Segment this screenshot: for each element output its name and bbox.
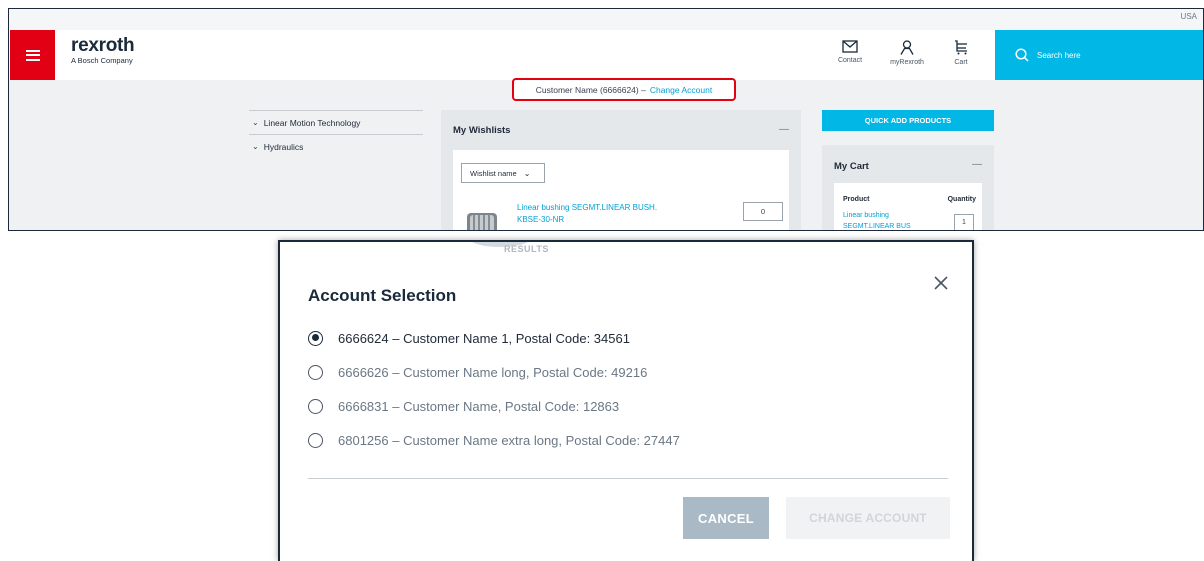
nav-item-label: Hydraulics <box>263 141 304 152</box>
chevron-down-icon: ⌄ <box>523 168 531 178</box>
wishlist-content: Wishlist name ⌄ Linear bushing SEGMT.LIN… <box>453 150 789 230</box>
modal-title: Account Selection <box>308 286 457 305</box>
account-selection-modal: RESULTS Account Selection 6666624 – Cust… <box>278 240 974 561</box>
account-option[interactable]: 6666626 – Customer Name long, Postal Cod… <box>308 362 680 382</box>
utility-bar: USA <box>9 9 1203 30</box>
wishlists-panel: My Wishlists — Wishlist name ⌄ Linear bu… <box>441 110 801 230</box>
rexroth-logo[interactable]: rexroth A Bosch Company <box>71 35 135 66</box>
logo-wordmark: rexroth <box>71 35 135 56</box>
logo-tagline: A Bosch Company <box>71 56 133 65</box>
nav-item-linear-motion[interactable]: ⌄ Linear Motion Technology <box>249 110 423 134</box>
cart-label: Cart <box>954 59 968 66</box>
wishlist-quantity-input[interactable] <box>743 202 783 221</box>
change-account-button[interactable]: CHANGE ACCOUNT <box>786 497 950 539</box>
quick-add-products-button[interactable]: QUICK ADD PRODUCTS <box>822 110 994 131</box>
wishlists-title: My Wishlists <box>453 125 511 136</box>
cart-title: My Cart <box>834 161 869 172</box>
search-bar[interactable] <box>995 30 1203 80</box>
contact-label: Contact <box>837 57 863 64</box>
category-nav: ⌄ Linear Motion Technology ⌄ Hydraulics <box>249 110 423 158</box>
chevron-down-icon: ⌄ <box>252 142 259 151</box>
radio-button[interactable] <box>308 364 323 380</box>
change-account-link[interactable]: Change Account <box>650 85 712 95</box>
cart-panel: My Cart — Product Quantity Linear bushin… <box>822 145 994 230</box>
user-icon <box>900 40 914 55</box>
cancel-button[interactable]: CANCEL <box>683 497 769 539</box>
account-bar: Customer Name (6666624) – Change Account <box>512 78 736 101</box>
wishlist-product-link[interactable]: Linear bushing SEGMT.LINEAR BUSH. KBSE-3… <box>517 202 677 226</box>
menu-button[interactable] <box>10 30 55 80</box>
account-option-label: 6666831 – Customer Name, Postal Code: 12… <box>338 398 620 414</box>
account-options: 6666624 – Customer Name 1, Postal Code: … <box>308 328 680 464</box>
chevron-down-icon: ⌄ <box>252 118 259 127</box>
cart-product-link[interactable]: Linear bushing SEGMT.LINEAR BUS <box>843 210 923 230</box>
myrexroth-link[interactable]: myRexroth <box>882 40 932 66</box>
myrexroth-label: myRexroth <box>890 59 924 66</box>
cart-table: Product Quantity Linear bushing SEGMT.LI… <box>834 183 982 230</box>
backdrop-text: RESULTS <box>504 244 549 254</box>
radio-button-selected[interactable] <box>308 330 323 346</box>
collapse-cart-button[interactable]: — <box>972 159 982 170</box>
account-option-label: 6666626 – Customer Name long, Postal Cod… <box>338 364 648 380</box>
cart-quantity-input[interactable] <box>954 214 974 230</box>
account-option-label: 6666624 – Customer Name 1, Postal Code: … <box>338 330 630 346</box>
account-option[interactable]: 6801256 – Customer Name extra long, Post… <box>308 430 680 450</box>
mail-icon <box>842 40 858 53</box>
nav-item-hydraulics[interactable]: ⌄ Hydraulics <box>249 134 423 158</box>
hamburger-icon <box>25 49 40 61</box>
current-account: Customer Name (6666624) – <box>535 84 646 95</box>
nav-item-label: Linear Motion Technology <box>263 117 361 128</box>
site-header: rexroth A Bosch Company Contact myRexrot… <box>9 30 1203 80</box>
product-thumbnail <box>467 213 497 230</box>
page-screenshot: USA rexroth A Bosch Company Contact myRe… <box>8 8 1204 231</box>
close-icon[interactable] <box>932 274 950 292</box>
search-icon <box>1015 48 1029 62</box>
cart-link[interactable]: Cart <box>936 40 986 66</box>
modal-divider <box>308 478 948 479</box>
cart-column-product: Product <box>843 196 870 203</box>
contact-link[interactable]: Contact <box>825 40 875 64</box>
radio-button[interactable] <box>308 398 323 414</box>
collapse-wishlists-button[interactable]: — <box>779 124 789 135</box>
backdrop-bleed: RESULTS <box>464 242 584 258</box>
account-option-label: 6801256 – Customer Name extra long, Post… <box>338 432 680 448</box>
account-option[interactable]: 6666831 – Customer Name, Postal Code: 12… <box>308 396 680 416</box>
cart-column-quantity: Quantity <box>947 196 976 203</box>
account-option[interactable]: 6666624 – Customer Name 1, Postal Code: … <box>308 328 680 348</box>
cart-icon <box>955 40 967 55</box>
wishlist-select-label: Wishlist name <box>470 168 517 178</box>
wishlist-select[interactable]: Wishlist name ⌄ <box>461 163 545 183</box>
search-input[interactable] <box>1037 50 1177 60</box>
country-selector[interactable]: USA <box>1181 12 1197 21</box>
radio-button[interactable] <box>308 432 323 448</box>
